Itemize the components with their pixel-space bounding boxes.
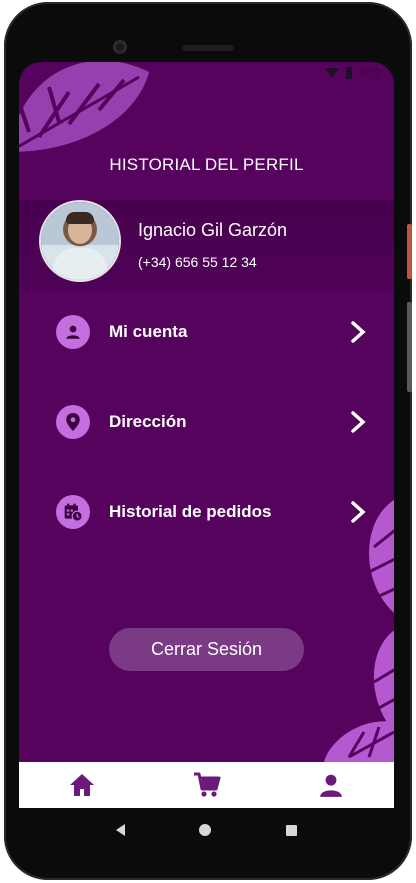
chevron-right-icon [347,321,369,343]
calendar-clock-icon [56,495,90,529]
front-camera [113,40,127,54]
logout-button[interactable]: Cerrar Sesión [109,628,304,671]
power-button [407,224,412,279]
menu-item-mi-cuenta[interactable]: Mi cuenta [56,312,369,352]
profile-icon[interactable] [316,770,346,800]
leaf-decoration-bottom [324,721,394,762]
status-time: 3:17 [358,67,380,79]
home-circle-icon[interactable] [199,824,212,836]
profile-phone: (+34) 656 55 12 34 [138,254,257,270]
status-bar: 3:17 [324,64,380,82]
chevron-right-icon [347,501,369,523]
location-pin-icon [56,405,90,439]
menu-label: Historial de pedidos [109,502,272,521]
cart-icon[interactable] [192,770,222,800]
wifi-icon [324,68,339,78]
menu-label: Dirección [109,412,187,431]
back-icon[interactable] [116,824,126,836]
recent-apps-icon[interactable] [285,824,297,836]
avatar [41,202,119,280]
person-icon [56,315,90,349]
earpiece-speaker [182,45,234,51]
menu-item-historial-pedidos[interactable]: Historial de pedidos [56,492,369,532]
volume-button [407,302,412,392]
battery-icon [345,67,352,79]
menu-label: Mi cuenta [109,322,188,341]
page-title: HISTORIAL DEL PERFIL [109,155,304,174]
system-navigation-bar [19,808,394,852]
menu-item-direccion[interactable]: Dirección [56,402,369,442]
app-screen: 3:17 HISTORIAL DEL PERFIL Ignacio Gil Ga… [19,62,394,808]
bottom-nav [19,762,394,808]
profile-name: Ignacio Gil Garzón [138,220,288,240]
home-icon[interactable] [67,770,97,800]
chevron-right-icon [347,411,369,433]
